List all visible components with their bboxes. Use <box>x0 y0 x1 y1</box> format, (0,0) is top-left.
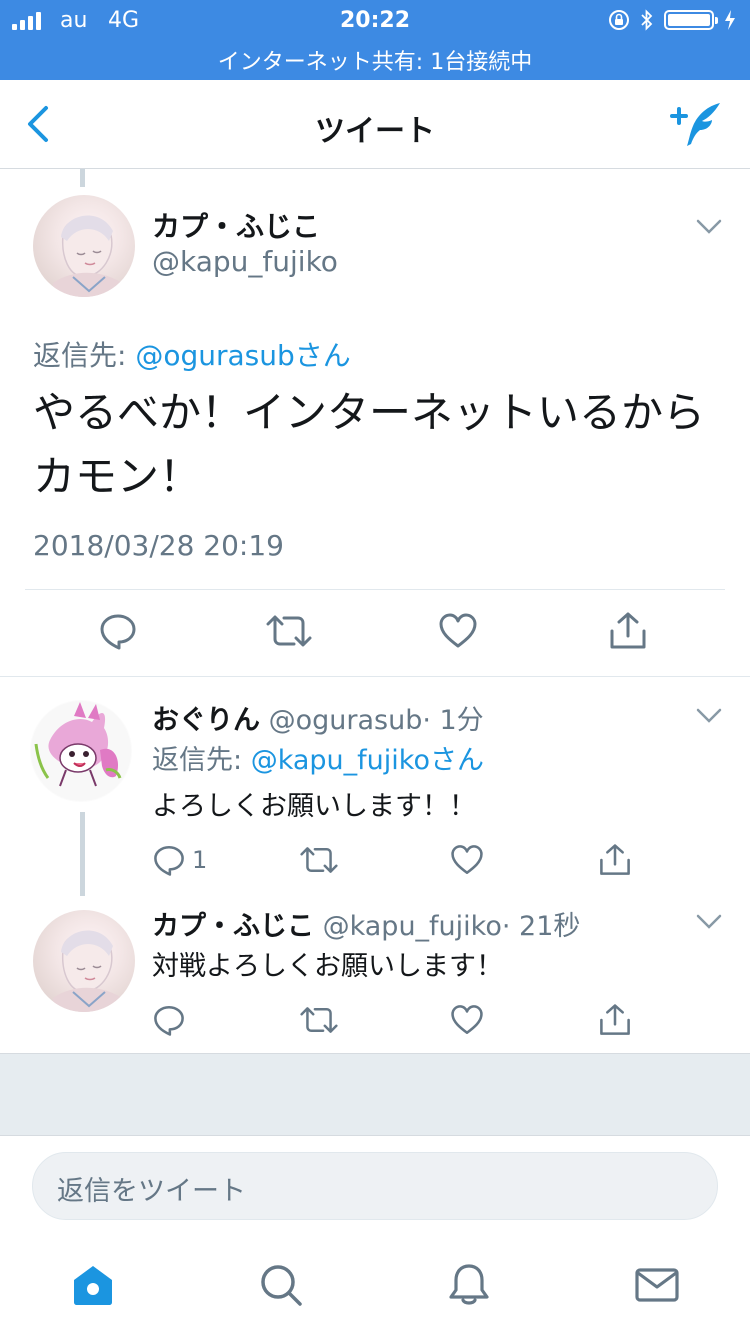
reply-icon <box>154 1005 184 1036</box>
search-icon[interactable] <box>258 1262 304 1308</box>
tweet-text: よろしくお願いします！！ <box>152 791 476 822</box>
empty-space <box>0 1053 750 1136</box>
avatar-illustration <box>53 930 125 1012</box>
reply-to-link[interactable]: @ogurasubさん <box>135 339 350 372</box>
user-handle[interactable]: @kapu_fujiko <box>323 911 502 942</box>
tethering-banner[interactable]: インターネット共有: 1台接続中 <box>0 44 750 76</box>
orientation-lock-icon <box>609 10 629 30</box>
reply-button[interactable] <box>152 998 186 1042</box>
retweet-icon <box>300 1007 338 1033</box>
share-button[interactable] <box>598 838 632 882</box>
tweet-text: やるべか！インターネットいるからカモン！ <box>33 388 706 501</box>
heart-icon <box>451 845 483 875</box>
divider <box>25 589 725 590</box>
avatar[interactable] <box>33 195 135 297</box>
reply-icon <box>154 845 184 876</box>
heart-icon <box>451 1005 483 1035</box>
tweet-text: 対戦よろしくお願いします！ <box>152 951 503 982</box>
reply-icon <box>100 614 136 650</box>
reply-header: カプ・ふじこ @kapu_fujiko· 21秒 <box>152 904 580 943</box>
share-button[interactable] <box>598 998 632 1042</box>
reply-prefix: 返信先: <box>33 339 136 372</box>
reply-to-link[interactable]: @kapu_fujikoさん <box>251 745 484 776</box>
tweet-age: · 21秒 <box>501 911 581 942</box>
page-title: ツイート <box>315 114 435 149</box>
notifications-bell-icon[interactable] <box>446 1262 492 1308</box>
avatar[interactable] <box>33 910 135 1012</box>
user-handle[interactable]: @ogurasub <box>269 705 423 736</box>
bluetooth-icon <box>641 9 653 31</box>
home-icon[interactable] <box>70 1262 116 1308</box>
tweet-actions <box>0 609 750 659</box>
navigation-bar: ツイート <box>0 80 750 169</box>
retweet-button[interactable] <box>300 838 338 882</box>
share-icon <box>610 612 646 649</box>
reply-count: 1 <box>192 846 208 874</box>
messages-mail-icon[interactable] <box>634 1262 680 1308</box>
retweet-icon <box>300 847 338 873</box>
like-button[interactable] <box>450 998 484 1042</box>
avatar-illustration <box>53 215 125 297</box>
reply-compose-bar: 返信をツイート <box>0 1136 750 1236</box>
reply-prefix: 返信先: <box>152 745 251 776</box>
like-button[interactable] <box>450 838 484 882</box>
compose-tweet-icon[interactable] <box>668 100 724 150</box>
tweet-timestamp: 2018/03/28 20:19 <box>33 529 284 562</box>
reply-button[interactable]: 1 <box>152 838 207 882</box>
heart-icon <box>439 613 477 648</box>
display-name[interactable]: カプ・ふじこ <box>152 911 314 942</box>
share-icon <box>600 1004 630 1035</box>
display-name[interactable]: カプ・ふじこ <box>152 205 320 245</box>
user-handle[interactable]: @kapu_fujiko <box>152 245 338 278</box>
chevron-down-icon[interactable] <box>696 219 722 235</box>
avatar[interactable] <box>30 700 132 802</box>
reply-header: おぐりん @ogurasub· 1分 <box>152 698 484 737</box>
reply-context: 返信先: @kapu_fujikoさん <box>152 738 484 777</box>
charging-icon <box>725 10 735 30</box>
display-name[interactable]: おぐりん <box>152 705 260 736</box>
reply-context: 返信先: @ogurasubさん <box>33 334 351 374</box>
retweet-button[interactable] <box>300 998 338 1042</box>
tab-bar <box>0 1236 750 1334</box>
avatar-illustration <box>31 701 131 801</box>
reply-button[interactable] <box>98 609 138 653</box>
share-icon <box>600 844 630 875</box>
battery-icon <box>664 10 718 30</box>
retweet-button[interactable] <box>266 609 312 653</box>
retweet-icon <box>266 615 312 647</box>
chevron-down-icon[interactable] <box>696 708 722 724</box>
share-button[interactable] <box>608 609 648 653</box>
like-button[interactable] <box>438 609 478 653</box>
tweet-age: · 1分 <box>422 705 484 736</box>
focused-tweet: カプ・ふじこ @kapu_fujiko 返信先: @ogurasubさん やるべ… <box>0 169 750 677</box>
chevron-down-icon[interactable] <box>696 914 722 930</box>
reply-input[interactable]: 返信をツイート <box>32 1152 718 1220</box>
status-bar: au 4G 20:22 インターネット共有: 1台接続中 <box>0 0 750 80</box>
thread-connector-line <box>80 812 85 896</box>
